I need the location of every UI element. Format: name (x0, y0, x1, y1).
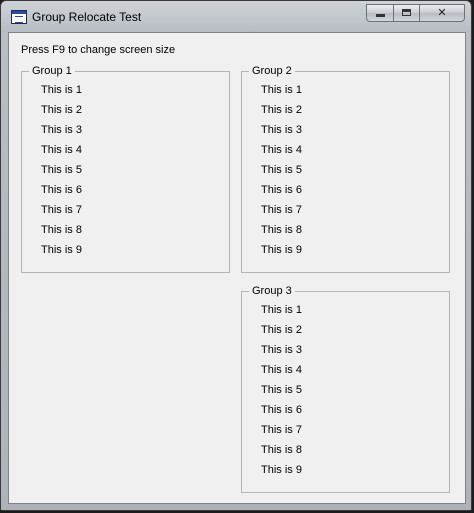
group-box-1: Group 1 This is 1 This is 2 This is 3 Th… (21, 65, 230, 273)
list-item: This is 4 (41, 144, 82, 156)
group-label: Group 1 (29, 65, 75, 77)
app-window: Group Relocate Test ✕ Press F9 to change… (0, 0, 472, 511)
list-item: This is 1 (261, 304, 302, 316)
group-box-2: Group 2 This is 1 This is 2 This is 3 Th… (241, 65, 450, 273)
group-item-list: This is 1 This is 2 This is 3 This is 4 … (41, 83, 82, 263)
minimize-icon (376, 14, 385, 17)
app-icon[interactable] (11, 10, 27, 24)
list-item: This is 9 (261, 464, 302, 476)
list-item: This is 6 (261, 184, 302, 196)
list-item: This is 1 (41, 84, 82, 96)
group-box-3: Group 3 This is 1 This is 2 This is 3 Th… (241, 285, 450, 493)
group-item-list: This is 1 This is 2 This is 3 This is 4 … (261, 83, 302, 263)
list-item: This is 6 (261, 404, 302, 416)
maximize-button[interactable] (393, 4, 419, 22)
group-item-list: This is 1 This is 2 This is 3 This is 4 … (261, 303, 302, 483)
list-item: This is 3 (261, 344, 302, 356)
maximize-icon (402, 9, 411, 16)
list-item: This is 7 (41, 204, 82, 216)
close-icon: ✕ (437, 6, 447, 19)
title-bar[interactable]: Group Relocate Test ✕ (1, 1, 471, 33)
close-button[interactable]: ✕ (419, 4, 465, 22)
list-item: This is 2 (261, 324, 302, 336)
list-item: This is 3 (41, 124, 82, 136)
list-item: This is 6 (41, 184, 82, 196)
list-item: This is 1 (261, 84, 302, 96)
hint-text: Press F9 to change screen size (21, 44, 176, 56)
list-item: This is 5 (261, 384, 302, 396)
list-item: This is 7 (261, 204, 302, 216)
minimize-button[interactable] (366, 4, 393, 22)
list-item: This is 9 (261, 244, 302, 256)
list-item: This is 8 (261, 444, 302, 456)
group-label: Group 2 (249, 65, 295, 77)
list-item: This is 2 (261, 104, 302, 116)
list-item: This is 2 (41, 104, 82, 116)
list-item: This is 8 (41, 224, 82, 236)
list-item: This is 9 (41, 244, 82, 256)
list-item: This is 5 (261, 164, 302, 176)
list-item: This is 7 (261, 424, 302, 436)
list-item: This is 5 (41, 164, 82, 176)
window-title: Group Relocate Test (32, 10, 142, 24)
list-item: This is 4 (261, 144, 302, 156)
list-item: This is 4 (261, 364, 302, 376)
list-item: This is 3 (261, 124, 302, 136)
list-item: This is 8 (261, 224, 302, 236)
client-area: Press F9 to change screen size Group 1 T… (8, 32, 466, 504)
caption-buttons: ✕ (366, 4, 465, 22)
group-label: Group 3 (249, 285, 295, 297)
